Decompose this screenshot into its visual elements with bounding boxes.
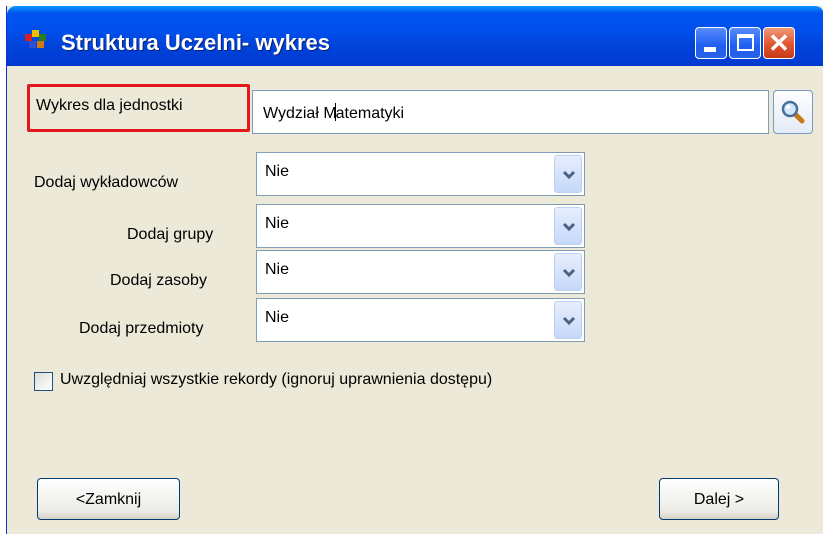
- add-resources-label: Dodaj zasoby: [110, 272, 207, 289]
- add-groups-dropdown-button[interactable]: [554, 207, 582, 245]
- include-all-records-checkbox[interactable]: [34, 372, 53, 391]
- add-subjects-select[interactable]: Nie: [256, 298, 585, 342]
- add-resources-select[interactable]: Nie: [256, 250, 585, 294]
- add-resources-dropdown-button[interactable]: [554, 253, 582, 291]
- minimize-icon: [704, 47, 716, 52]
- unit-input[interactable]: Wydział Matematyki: [252, 90, 769, 134]
- include-all-records-label: Uwzględniaj wszystkie rekordy (ignoruj u…: [60, 371, 493, 388]
- add-lecturers-select[interactable]: Nie: [256, 152, 585, 196]
- add-subjects-value: Nie: [265, 309, 290, 326]
- window-title: Struktura Uczelni- wykres: [61, 30, 330, 55]
- magnifier-icon: [781, 100, 805, 124]
- add-groups-value: Nie: [265, 215, 290, 232]
- search-unit-button[interactable]: [773, 90, 813, 134]
- close-window-button[interactable]: ✕: [763, 27, 795, 59]
- chevron-down-icon: [562, 316, 576, 326]
- dialog-window: Struktura Uczelni- wykres ✕ Wykres dla j…: [6, 6, 823, 534]
- add-lecturers-dropdown-button[interactable]: [554, 155, 582, 193]
- title-bar[interactable]: Struktura Uczelni- wykres ✕: [7, 6, 823, 66]
- chevron-down-icon: [562, 268, 576, 278]
- close-button[interactable]: <Zamknij: [37, 478, 180, 520]
- add-subjects-dropdown-button[interactable]: [554, 301, 582, 339]
- minimize-button[interactable]: [695, 27, 727, 59]
- maximize-button[interactable]: [729, 27, 761, 59]
- add-subjects-label: Dodaj przedmioty: [79, 320, 204, 337]
- add-groups-select[interactable]: Nie: [256, 204, 585, 248]
- chevron-down-icon: [562, 170, 576, 180]
- unit-value-start: Wydział M: [263, 105, 337, 122]
- add-lecturers-value: Nie: [265, 163, 290, 180]
- app-icon: [25, 30, 46, 48]
- next-button[interactable]: Dalej >: [659, 478, 779, 520]
- add-lecturers-label: Dodaj wykładowców: [34, 174, 179, 191]
- chevron-down-icon: [562, 222, 576, 232]
- unit-label: Wykres dla jednostki: [27, 84, 250, 132]
- add-groups-label: Dodaj grupy: [127, 226, 214, 243]
- close-icon: ✕: [768, 28, 790, 58]
- unit-value-end: atematyki: [335, 105, 405, 122]
- add-resources-value: Nie: [265, 261, 290, 278]
- maximize-icon: [737, 34, 754, 51]
